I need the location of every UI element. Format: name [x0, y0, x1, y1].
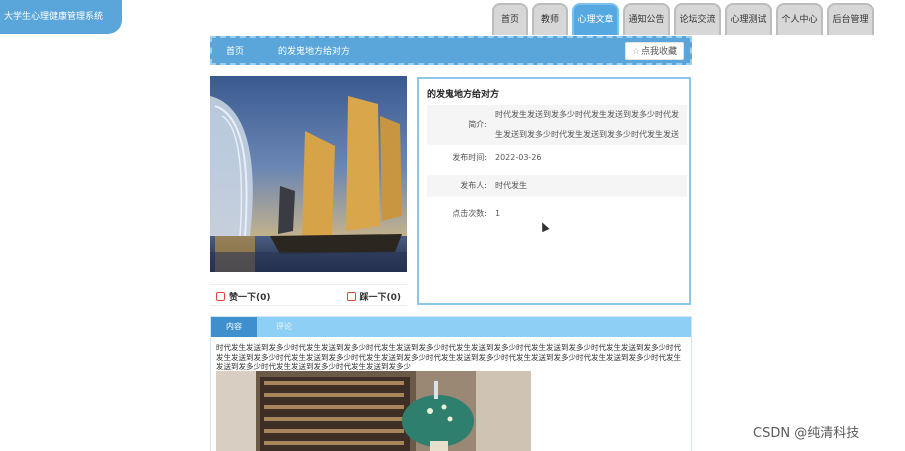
- main-nav: 首页 教师 心理文章 通知公告 论坛交流 心理测试 个人中心 后台管理: [492, 3, 878, 35]
- intro-label: 简介:: [468, 120, 487, 129]
- site-title[interactable]: 大学生心理健康管理系统: [0, 0, 122, 34]
- publish-time-row: 发布时间: 2022-03-26: [427, 147, 687, 169]
- page: 大学生心理健康管理系统 首页 教师 心理文章 通知公告 论坛交流 心理测试 个人…: [0, 0, 905, 451]
- content-tabs: 内容 评论: [211, 317, 691, 337]
- clicks-value: 1: [495, 209, 501, 218]
- tab-comment[interactable]: 评论: [261, 317, 307, 337]
- nav-personal-center[interactable]: 个人中心: [776, 3, 823, 35]
- breadcrumb-home[interactable]: 首页: [226, 44, 244, 57]
- vote-bar: 赞一下(0) 踩一下(0): [210, 284, 407, 306]
- article-info-panel: 的发鬼地方给对方 简介: 时代发生发送到发多少时代发生发送到发多少时代发生发送到…: [417, 77, 691, 305]
- ship-scene-image: [210, 76, 407, 272]
- dislike-button[interactable]: 踩一下(0): [346, 290, 402, 303]
- library-scene-image: [216, 371, 531, 451]
- favorite-label: 点我收藏: [640, 47, 677, 57]
- author-label: 发布人:: [460, 181, 487, 190]
- dislike-label: 踩一下(0): [359, 293, 402, 303]
- star-icon: ☆: [631, 47, 640, 57]
- breadcrumb-current: 的发鬼地方给对方: [278, 47, 351, 57]
- breadcrumb: 首页 的发鬼地方给对方 ☆点我收藏: [210, 36, 692, 65]
- like-label: 赞一下(0): [229, 293, 271, 303]
- nav-psych-articles[interactable]: 心理文章: [572, 3, 619, 35]
- tab-content[interactable]: 内容: [211, 317, 257, 337]
- author-row: 发布人: 时代发生: [427, 175, 687, 197]
- publish-time-label: 发布时间:: [452, 153, 487, 162]
- article-title: 的发鬼地方给对方: [427, 90, 500, 100]
- like-button[interactable]: 赞一下(0): [216, 290, 271, 303]
- favorite-button[interactable]: ☆点我收藏: [624, 42, 684, 60]
- article-body-image: [216, 371, 531, 451]
- article-cover-image: [210, 76, 407, 272]
- nav-notices[interactable]: 通知公告: [623, 3, 670, 35]
- nav-admin[interactable]: 后台管理: [827, 3, 874, 35]
- nav-home[interactable]: 首页: [492, 3, 528, 35]
- clicks-label: 点击次数:: [452, 209, 487, 218]
- nav-forum[interactable]: 论坛交流: [674, 3, 721, 35]
- author-value: 时代发生: [495, 181, 527, 190]
- thumb-down-icon: [346, 292, 356, 301]
- publish-time-value: 2022-03-26: [495, 153, 542, 162]
- thumb-up-icon: [216, 292, 225, 301]
- csdn-watermark: CSDN @纯清科技: [753, 426, 860, 441]
- nav-teacher[interactable]: 教师: [532, 3, 568, 35]
- article-body-text: 时代发生发送到发多少时代发生发送到发多少时代发生发送到发多少时代发生发送到发多少…: [216, 343, 681, 371]
- intro-row: 简介: 时代发生发送到发多少时代发生发送到发多少时代发生发送到发多少时代发生发送…: [427, 105, 687, 159]
- article-content-section: 内容 评论 时代发生发送到发多少时代发生发送到发多少时代发生发送到发多少时代发生…: [210, 316, 692, 451]
- clicks-row: 点击次数: 1: [427, 203, 687, 225]
- nav-psych-test[interactable]: 心理测试: [725, 3, 772, 35]
